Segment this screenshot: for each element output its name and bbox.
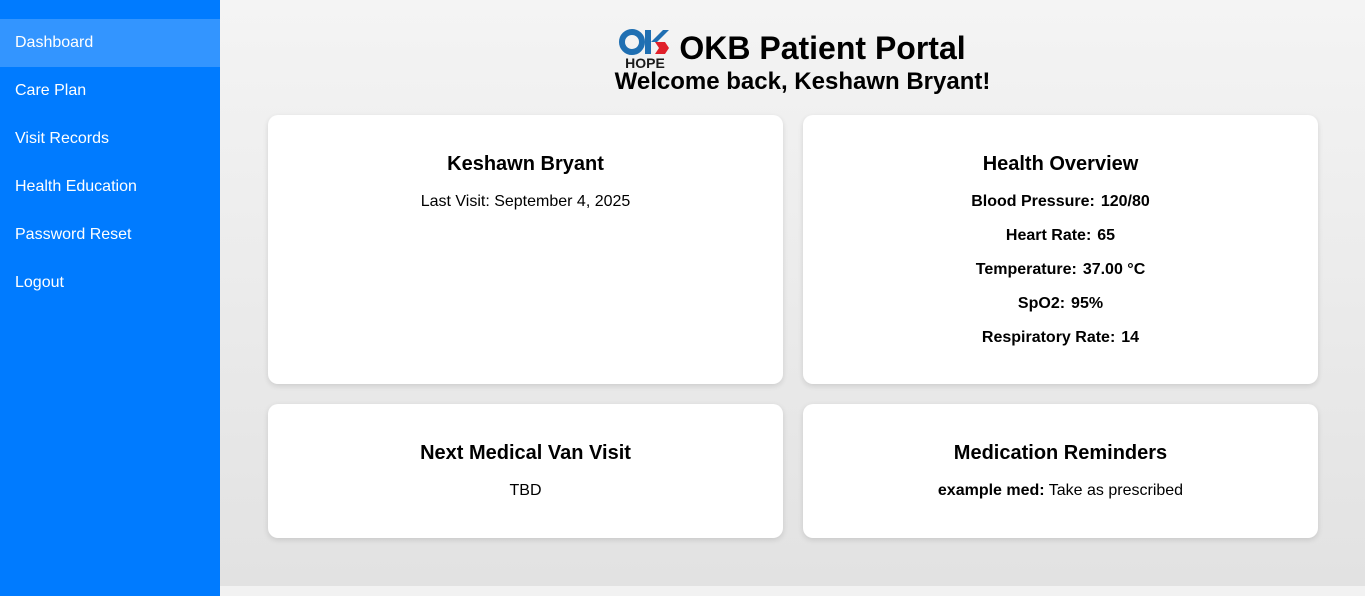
sidebar-item-care-plan[interactable]: Care Plan (0, 67, 220, 115)
main-content: HOPE OKB Patient Portal Welcome back, Ke… (220, 0, 1365, 586)
sidebar-item-visit-records[interactable]: Visit Records (0, 115, 220, 163)
vital-respiratory-rate: Respiratory Rate: 14 (803, 329, 1318, 347)
medication-reminders-card: Medication Reminders example med: Take a… (803, 404, 1318, 538)
sidebar: Dashboard Care Plan Visit Records Health… (0, 0, 220, 596)
medication-name: example med: (937, 482, 1045, 499)
welcome-message: Welcome back, Keshawn Bryant! (614, 68, 991, 95)
vital-label: Temperature: (975, 261, 1077, 278)
okb-hope-logo: HOPE (619, 26, 671, 71)
page-title: OKB Patient Portal (679, 30, 966, 66)
medication-item: example med: Take as prescribed (803, 482, 1318, 500)
vital-value: 95% (1071, 295, 1104, 312)
next-visit-title: Next Medical Van Visit (420, 442, 631, 464)
logo-text: HOPE (626, 55, 666, 70)
sidebar-item-password-reset[interactable]: Password Reset (0, 211, 220, 259)
sidebar-item-health-education[interactable]: Health Education (0, 163, 220, 211)
vital-spo2: SpO2: 95% (803, 295, 1318, 313)
medication-reminders-title: Medication Reminders (953, 442, 1168, 464)
sidebar-item-dashboard[interactable]: Dashboard (0, 19, 220, 67)
vital-value: 37.00 °C (1082, 261, 1146, 278)
health-overview-card: Health Overview Blood Pressure: 120/80 He… (803, 115, 1318, 384)
vital-blood-pressure: Blood Pressure: 120/80 (803, 193, 1318, 211)
vital-label: Heart Rate: (1005, 227, 1092, 244)
vital-label: SpO2: (1017, 295, 1066, 312)
sidebar-item-logout[interactable]: Logout (0, 259, 220, 307)
vital-label: Blood Pressure: (971, 193, 1095, 210)
next-visit-value: TBD (509, 482, 542, 499)
vital-value: 120/80 (1100, 193, 1150, 210)
page-header: HOPE OKB Patient Portal Welcome back, Ke… (220, 26, 1365, 95)
vital-value: 65 (1097, 227, 1116, 244)
patient-card: Keshawn Bryant Last Visit: September 4, … (268, 115, 783, 384)
vital-value: 14 (1121, 329, 1140, 346)
next-visit-card: Next Medical Van Visit TBD (268, 404, 783, 538)
title-row: HOPE OKB Patient Portal (220, 26, 1365, 71)
last-visit: Last Visit: September 4, 2025 (420, 193, 631, 210)
vital-label: Respiratory Rate: (981, 329, 1116, 346)
vital-heart-rate: Heart Rate: 65 (803, 227, 1318, 245)
patient-name: Keshawn Bryant (447, 153, 604, 175)
medication-instruction: Take as prescribed (1048, 482, 1184, 499)
health-overview-title: Health Overview (982, 153, 1139, 175)
vital-temperature: Temperature: 37.00 °C (803, 261, 1318, 279)
